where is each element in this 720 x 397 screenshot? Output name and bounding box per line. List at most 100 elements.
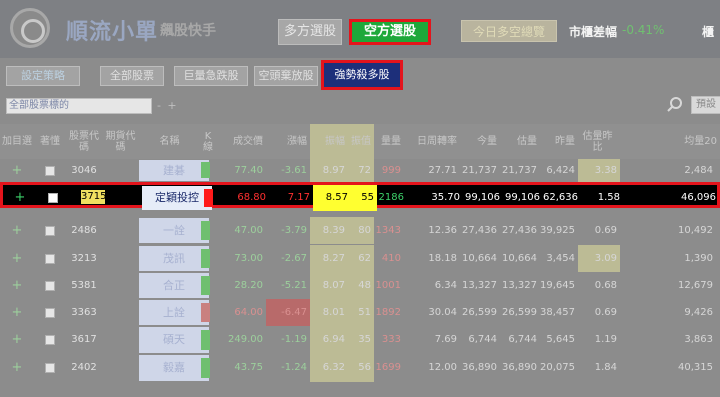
stock-name[interactable]: 定穎投控 <box>142 186 212 210</box>
k-line-icon <box>201 303 210 322</box>
tab-short-selection[interactable]: 空方選股 <box>349 19 431 45</box>
volume-value: 2186 <box>378 192 404 203</box>
volume-value: 1699 <box>375 362 401 373</box>
stock-name[interactable]: 碩天 <box>139 327 209 353</box>
turnover-value: 12.00 <box>428 362 457 373</box>
add-watch-button[interactable]: + <box>3 185 37 211</box>
stock-name[interactable]: 合正 <box>139 273 209 298</box>
table-row[interactable]: +3213 茂訊 73.00 -2.67 8.27 62 410 18.18 10,664 10,… <box>0 245 720 272</box>
search-icon[interactable] <box>666 96 684 114</box>
today-volume: 21,737 <box>462 165 497 176</box>
column-header[interactable]: 昨量 <box>540 124 578 159</box>
k-line-icon <box>204 189 213 207</box>
table-row[interactable]: +2486 一詮 47.00 -3.79 8.39 80 1343 12.36 27,436 27… <box>0 217 720 244</box>
stock-name[interactable]: 建碁 <box>139 160 209 181</box>
row-checkbox[interactable] <box>45 363 55 373</box>
column-header[interactable]: K線 <box>200 124 216 159</box>
avg20-value: 2,484 <box>684 165 713 176</box>
market-spread-label: 市櫃差幅 <box>569 25 618 39</box>
today-volume: 13,327 <box>462 280 497 291</box>
stock-name[interactable]: 茂訊 <box>139 246 209 271</box>
column-header[interactable]: 均量20 <box>620 124 720 159</box>
row-checkbox[interactable] <box>48 193 58 203</box>
tab-long-selection[interactable]: 多方選股 <box>278 19 342 45</box>
all-stocks-button[interactable]: 全部股票 <box>100 66 164 86</box>
change-value: -2.67 <box>281 253 307 264</box>
row-checkbox[interactable] <box>45 308 55 318</box>
stock-code: 3363 <box>71 307 97 318</box>
stock-name[interactable]: 毅嘉 <box>139 355 209 381</box>
estimated-volume: 21,737 <box>502 165 537 176</box>
column-header[interactable]: 加目選 <box>0 124 34 159</box>
column-header[interactable]: 今量 <box>460 124 500 159</box>
table-row[interactable]: +3363 上詮 64.00 -6.47 8.01 51 1892 30.04 26,599 26… <box>0 299 720 326</box>
column-header[interactable]: 期貨代碼 <box>102 124 139 159</box>
add-watch-button[interactable]: + <box>0 354 34 382</box>
stock-name[interactable]: 一詮 <box>139 218 209 243</box>
column-header[interactable]: 股票代碼 <box>66 124 102 159</box>
preset-button[interactable]: 預設 <box>691 96 720 114</box>
column-header[interactable]: 名稱 <box>139 124 200 159</box>
row-checkbox[interactable] <box>45 254 55 264</box>
avg20-value: 3,863 <box>684 334 713 345</box>
add-watch-button[interactable]: + <box>0 299 34 326</box>
column-header[interactable]: 振幅 <box>310 124 348 159</box>
avg20-value: 12,679 <box>678 280 713 291</box>
row-checkbox[interactable] <box>45 335 55 345</box>
add-watch-button[interactable]: + <box>0 159 34 182</box>
filter-add-button[interactable]: + <box>166 98 178 114</box>
amplitude-score: 80 <box>348 217 374 244</box>
price-value: 77.40 <box>234 165 263 176</box>
turnover-value: 35.70 <box>431 192 460 203</box>
column-header[interactable]: 著懂 <box>34 124 66 159</box>
today-overview-button[interactable]: 今日多空總覽 <box>461 20 557 42</box>
change-value: -1.24 <box>281 362 307 373</box>
row-checkbox[interactable] <box>45 281 55 291</box>
strong-kill-long-button[interactable]: 強勢殺多股 <box>321 60 403 90</box>
app-title: 順流小單 <box>66 20 159 45</box>
add-watch-button[interactable]: + <box>0 326 34 354</box>
column-header[interactable]: 量量 <box>374 124 404 159</box>
today-volume: 26,599 <box>462 307 497 318</box>
avg20-value: 1,390 <box>684 253 713 264</box>
k-line-icon <box>201 162 210 178</box>
amplitude-score: 51 <box>348 299 374 326</box>
table-row[interactable]: +3715 定穎投控 68.80 7.17 8.57 55 2186 35.70 99,106 9… <box>0 182 720 211</box>
turnover-value: 7.69 <box>434 334 457 345</box>
table-row[interactable]: +2402 毅嘉 43.75 -1.24 6.32 56 1699 12.00 36,890 36… <box>0 354 720 382</box>
volume-drop-button[interactable]: 巨量急跌股 <box>174 66 248 86</box>
volume-value: 1001 <box>375 280 401 291</box>
today-volume: 6,744 <box>468 334 497 345</box>
ratio-value: 1.19 <box>594 334 617 345</box>
filter-remove-button[interactable]: - <box>153 98 165 114</box>
k-line-icon <box>201 330 210 350</box>
estimated-volume: 26,599 <box>502 307 537 318</box>
add-watch-button[interactable]: + <box>0 245 34 272</box>
table-row[interactable]: +5381 合正 28.20 -5.21 8.07 48 1001 6.34 13,327 13,… <box>0 272 720 299</box>
stock-filter-select[interactable]: 全部股票標的 <box>6 98 152 114</box>
price-value: 28.20 <box>234 280 263 291</box>
table-row[interactable]: +3046 建碁 77.40 -3.61 8.97 72 999 27.71 21,737 21,… <box>0 159 720 182</box>
strategy-toolbar: 設定策略 全部股票 巨量急跌股 空頭棄放股 強勢殺多股 <box>0 58 720 94</box>
amplitude-score: 48 <box>348 272 374 299</box>
bear-abandon-button[interactable]: 空頭棄放股 <box>254 66 318 86</box>
volume-value: 1343 <box>375 225 401 236</box>
column-header[interactable]: 成交價 <box>216 124 266 159</box>
add-watch-button[interactable]: + <box>0 272 34 299</box>
row-checkbox[interactable] <box>45 166 55 176</box>
column-header[interactable]: 日周轉率 <box>404 124 460 159</box>
ratio-value: 0.69 <box>594 307 617 318</box>
estimated-volume: 13,327 <box>502 280 537 291</box>
price-value: 47.00 <box>234 225 263 236</box>
stock-code: 3715 <box>81 190 105 204</box>
column-header[interactable]: 漲幅 <box>266 124 310 159</box>
row-checkbox[interactable] <box>45 226 55 236</box>
strategy-settings-button[interactable]: 設定策略 <box>6 66 80 86</box>
table-row[interactable]: +3617 碩天 249.00 -1.19 6.94 35 333 7.69 6,744 6,74… <box>0 326 720 354</box>
add-watch-button[interactable]: + <box>0 217 34 244</box>
stock-name[interactable]: 上詮 <box>139 300 209 325</box>
column-header[interactable]: 估量昨比 <box>578 124 620 159</box>
ratio-value: 0.69 <box>594 225 617 236</box>
column-header[interactable]: 估量 <box>500 124 540 159</box>
column-header[interactable]: 振值 <box>348 124 374 159</box>
